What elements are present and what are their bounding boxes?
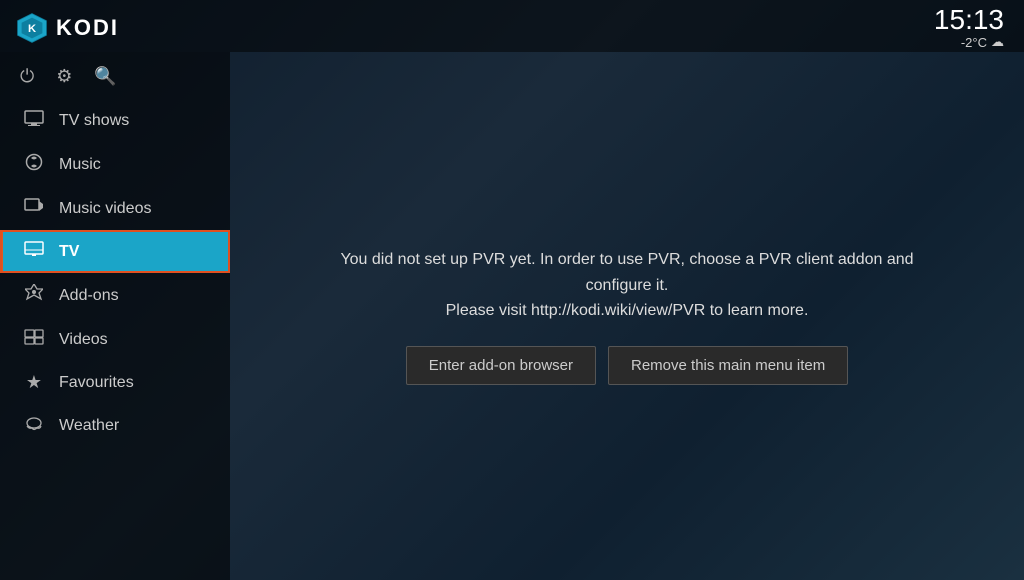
sidebar-item-music-label: Music bbox=[59, 156, 101, 174]
tv-icon bbox=[23, 241, 45, 262]
sidebar-nav: TV shows Music bbox=[0, 99, 230, 447]
clock-display: 15:13 bbox=[934, 6, 1004, 34]
sidebar-item-tv-shows[interactable]: TV shows bbox=[0, 99, 230, 142]
pvr-message-text: You did not set up PVR yet. In order to … bbox=[307, 247, 947, 324]
weather-icon bbox=[23, 415, 45, 436]
videos-icon bbox=[23, 329, 45, 350]
sidebar-item-tv-shows-label: TV shows bbox=[59, 112, 129, 130]
sidebar-item-music-videos[interactable]: Music videos bbox=[0, 187, 230, 230]
sidebar-item-weather[interactable]: Weather bbox=[0, 404, 230, 447]
svg-text:K: K bbox=[28, 23, 36, 35]
power-icon[interactable]: ⏻ bbox=[20, 66, 34, 87]
sidebar-item-favourites-label: Favourites bbox=[59, 374, 134, 392]
pvr-message-box: You did not set up PVR yet. In order to … bbox=[307, 247, 947, 385]
sidebar-item-weather-label: Weather bbox=[59, 417, 119, 435]
music-videos-icon bbox=[23, 198, 45, 219]
search-icon[interactable]: 🔍 bbox=[94, 66, 116, 87]
settings-icon[interactable]: ⚙ bbox=[56, 66, 72, 87]
header: K KODI 15:13 -2°C ☁ bbox=[0, 0, 1024, 52]
sidebar-item-add-ons[interactable]: Add-ons bbox=[0, 273, 230, 318]
kodi-logo: K KODI bbox=[16, 12, 119, 44]
pvr-message-line1: You did not set up PVR yet. In order to … bbox=[340, 251, 913, 294]
enter-addon-browser-button[interactable]: Enter add-on browser bbox=[406, 346, 596, 385]
sidebar-item-tv-label: TV bbox=[59, 243, 79, 261]
sidebar: ⏻ ⚙ 🔍 TV shows bbox=[0, 52, 230, 580]
app-container: K KODI 15:13 -2°C ☁ ⏻ ⚙ 🔍 bbox=[0, 0, 1024, 580]
header-left: K KODI bbox=[16, 12, 119, 44]
app-title: KODI bbox=[56, 15, 119, 41]
header-right: 15:13 -2°C ☁ bbox=[934, 6, 1004, 50]
sidebar-item-music[interactable]: Music bbox=[0, 142, 230, 187]
weather-temp: -2°C bbox=[961, 35, 987, 50]
weather-info: -2°C ☁ bbox=[961, 34, 1004, 50]
sidebar-controls: ⏻ ⚙ 🔍 bbox=[0, 52, 230, 99]
content-area: You did not set up PVR yet. In order to … bbox=[230, 52, 1024, 580]
sidebar-item-videos-label: Videos bbox=[59, 331, 108, 349]
sidebar-item-favourites[interactable]: ★ Favourites bbox=[0, 361, 230, 404]
music-icon bbox=[23, 153, 45, 176]
sidebar-item-tv[interactable]: TV bbox=[0, 230, 230, 273]
favourites-icon: ★ bbox=[23, 372, 45, 393]
add-ons-icon bbox=[23, 284, 45, 307]
sidebar-item-music-videos-label: Music videos bbox=[59, 200, 151, 218]
tv-shows-icon bbox=[23, 110, 45, 131]
kodi-icon: K bbox=[16, 12, 48, 44]
remove-main-menu-item-button[interactable]: Remove this main menu item bbox=[608, 346, 848, 385]
sidebar-item-videos[interactable]: Videos bbox=[0, 318, 230, 361]
main-layout: ⏻ ⚙ 🔍 TV shows bbox=[0, 52, 1024, 580]
pvr-buttons: Enter add-on browser Remove this main me… bbox=[406, 346, 849, 385]
sidebar-item-add-ons-label: Add-ons bbox=[59, 287, 119, 305]
weather-icon: ☁ bbox=[991, 34, 1004, 50]
pvr-message-line2: Please visit http://kodi.wiki/view/PVR t… bbox=[446, 302, 809, 319]
